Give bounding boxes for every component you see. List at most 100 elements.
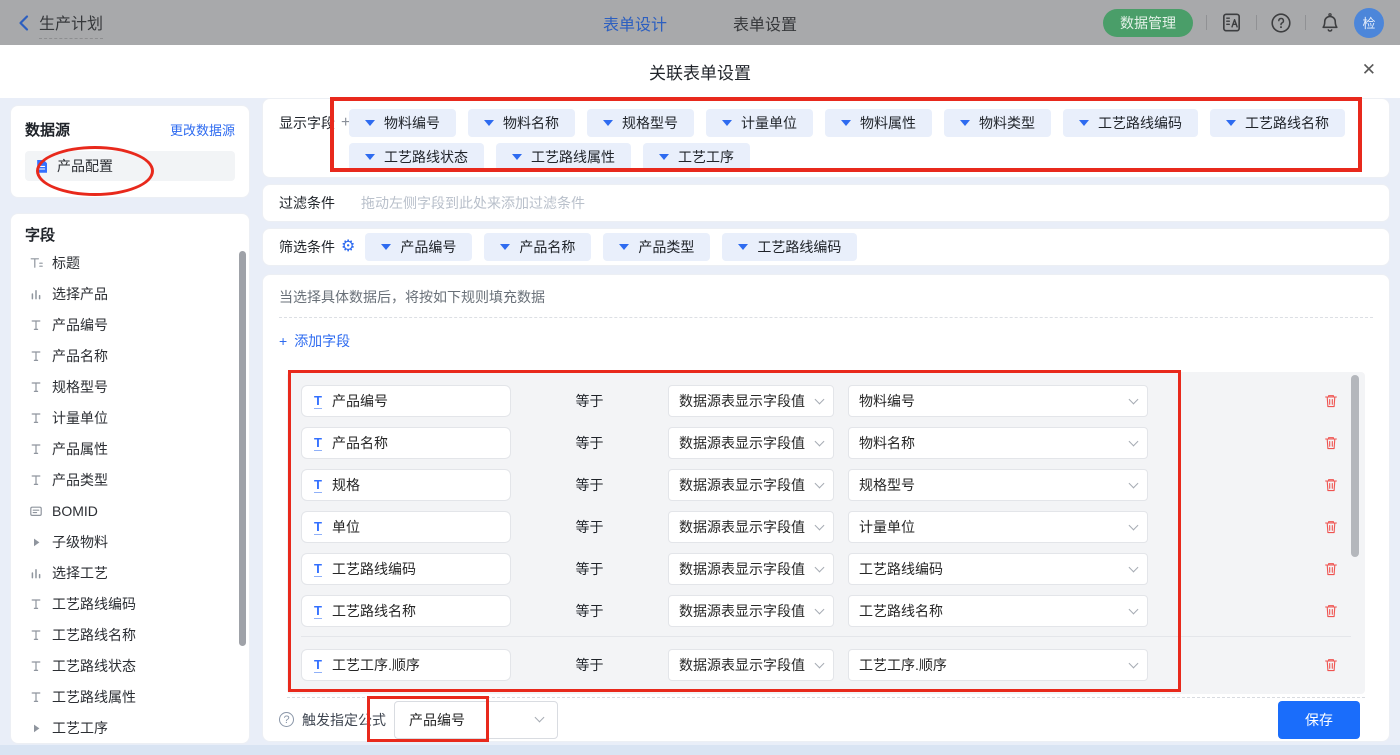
field-tag[interactable]: 规格型号 (587, 109, 694, 137)
sidebar-field-item[interactable]: 工艺路线状态 (25, 650, 235, 681)
fields-panel: 字段 标题 选择产品 产品编号 产品名称 规格型号 计量单位 产品属性 产品类型… (10, 213, 250, 744)
target-field-input[interactable]: T 产品编号 (301, 385, 511, 417)
avatar[interactable]: 检 (1354, 8, 1384, 38)
help-circle-icon[interactable]: ? (279, 712, 294, 727)
chevron-down-icon (815, 520, 825, 530)
source-type-select[interactable]: 数据源表显示字段值 (668, 427, 834, 459)
text-icon (29, 442, 43, 456)
help-icon[interactable] (1270, 12, 1292, 34)
field-tag[interactable]: 物料属性 (825, 109, 932, 137)
fields-scrollbar[interactable] (239, 251, 246, 646)
field-tag[interactable]: 工艺路线属性 (496, 143, 631, 171)
change-datasource-link[interactable]: 更改数据源 (170, 120, 235, 139)
trash-icon[interactable] (1323, 657, 1339, 673)
bell-icon[interactable] (1319, 12, 1341, 34)
text-icon (29, 690, 43, 704)
sidebar-field-label: 选择产品 (52, 284, 108, 304)
source-field-select[interactable]: 工艺路线名称 (848, 595, 1148, 627)
sidebar-field-item[interactable]: 选择工艺 (25, 557, 235, 588)
field-tag[interactable]: 工艺路线编码 (1063, 109, 1198, 137)
source-type-select[interactable]: 数据源表显示字段值 (668, 649, 834, 681)
sidebar-field-item[interactable]: 工艺路线属性 (25, 681, 235, 712)
tag-label: 产品编号 (400, 237, 456, 257)
sidebar-field-item[interactable]: 标题 (25, 247, 235, 278)
source-type-select[interactable]: 数据源表显示字段值 (668, 469, 834, 501)
trash-icon[interactable] (1323, 561, 1339, 577)
page-background-strip (0, 745, 1400, 755)
trash-icon[interactable] (1323, 393, 1339, 409)
field-tag[interactable]: 工艺路线编码 (722, 233, 857, 261)
source-field-select[interactable]: 物料编号 (848, 385, 1148, 417)
field-tag[interactable]: 计量单位 (706, 109, 813, 137)
sidebar-field-item[interactable]: 规格型号 (25, 371, 235, 402)
save-button[interactable]: 保存 (1278, 701, 1360, 739)
target-field-input[interactable]: T 规格 (301, 469, 511, 501)
chevron-down-icon (1129, 436, 1139, 446)
source-field-select[interactable]: 规格型号 (848, 469, 1148, 501)
sidebar-field-item[interactable]: 工艺路线名称 (25, 619, 235, 650)
source-field-select[interactable]: 工艺路线编码 (848, 553, 1148, 585)
chevron-down-icon (815, 562, 825, 572)
filter-dropzone-placeholder[interactable]: 拖动左侧字段到此处来添加过滤条件 (361, 193, 585, 213)
text-icon (29, 411, 43, 425)
target-field-input[interactable]: T 工艺路线名称 (301, 595, 511, 627)
sidebar-field-label: 工艺路线状态 (52, 656, 136, 676)
close-icon[interactable]: ✕ (1362, 61, 1376, 78)
field-tag[interactable]: 工艺路线名称 (1210, 109, 1345, 137)
source-type-select[interactable]: 数据源表显示字段值 (668, 595, 834, 627)
source-field-select[interactable]: 工艺工序.顺序 (848, 649, 1148, 681)
sidebar-field-item[interactable]: BOMID (25, 495, 235, 526)
field-tag[interactable]: 工艺路线状态 (349, 143, 484, 171)
table-scrollbar[interactable] (1351, 375, 1359, 557)
sidebar-field-item[interactable]: 工艺路线编码 (25, 588, 235, 619)
trash-icon[interactable] (1323, 603, 1339, 619)
trigger-field-select[interactable]: 产品编号 (394, 701, 558, 739)
datasource-item[interactable]: 产品配置 (25, 151, 235, 181)
target-field-input[interactable]: T 工艺工序.顺序 (301, 649, 511, 681)
tag-label: 工艺路线编码 (1098, 113, 1182, 133)
sidebar-field-label: 计量单位 (52, 408, 108, 428)
translate-book-icon[interactable] (1220, 11, 1243, 34)
sidebar-field-item[interactable]: 选择产品 (25, 278, 235, 309)
target-field-input[interactable]: T 工艺路线编码 (301, 553, 511, 585)
chevron-down-icon (815, 658, 825, 668)
trash-icon[interactable] (1323, 435, 1339, 451)
source-type-select[interactable]: 数据源表显示字段值 (668, 511, 834, 543)
chevron-down-icon (815, 394, 825, 404)
target-field-input[interactable]: T 单位 (301, 511, 511, 543)
field-tag[interactable]: 工艺工序 (643, 143, 750, 171)
sidebar-field-item[interactable]: 产品属性 (25, 433, 235, 464)
field-tag[interactable]: 产品编号 (365, 233, 472, 261)
chevron-down-icon (815, 436, 825, 446)
add-field-link[interactable]: +添加字段 (279, 331, 350, 351)
sidebar-field-item[interactable]: 计量单位 (25, 402, 235, 433)
field-tag[interactable]: 产品类型 (603, 233, 710, 261)
target-field-label: 工艺工序.顺序 (332, 655, 420, 675)
data-manage-button[interactable]: 数据管理 (1103, 9, 1193, 37)
sidebar-field-item[interactable]: 产品类型 (25, 464, 235, 495)
field-tag[interactable]: 物料名称 (468, 109, 575, 137)
sidebar-field-item[interactable]: 子级物料 (25, 526, 235, 557)
sidebar-field-item[interactable]: 产品名称 (25, 340, 235, 371)
divider (1256, 15, 1257, 30)
trash-icon[interactable] (1323, 477, 1339, 493)
sidebar-field-item[interactable]: 产品编号 (25, 309, 235, 340)
document-icon (35, 159, 49, 173)
source-type-select[interactable]: 数据源表显示字段值 (668, 385, 834, 417)
source-field-value: 物料名称 (859, 433, 915, 453)
target-field-input[interactable]: T 产品名称 (301, 427, 511, 459)
source-field-select[interactable]: 计量单位 (848, 511, 1148, 543)
field-tag[interactable]: 物料类型 (944, 109, 1051, 137)
gear-icon[interactable]: ⚙ (341, 239, 355, 255)
field-tag[interactable]: 物料编号 (349, 109, 456, 137)
tab-form-design[interactable]: 表单设计 (603, 11, 667, 35)
trash-icon[interactable] (1323, 519, 1339, 535)
sidebar-field-item[interactable]: 工艺工序 (25, 712, 235, 743)
chevron-down-icon (1129, 604, 1139, 614)
source-type-select[interactable]: 数据源表显示字段值 (668, 553, 834, 585)
target-field-label: 工艺路线编码 (332, 559, 416, 579)
tab-form-settings[interactable]: 表单设置 (733, 11, 797, 35)
text-field-icon: T (314, 520, 322, 535)
source-field-select[interactable]: 物料名称 (848, 427, 1148, 459)
field-tag[interactable]: 产品名称 (484, 233, 591, 261)
